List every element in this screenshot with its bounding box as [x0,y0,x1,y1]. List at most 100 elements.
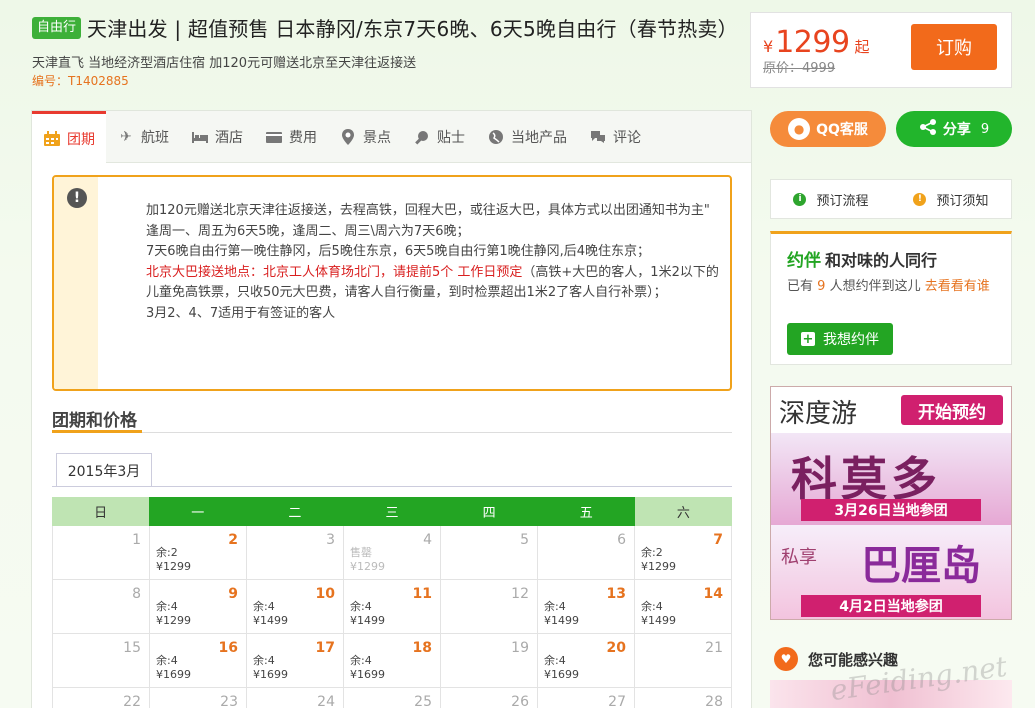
tab-sights[interactable]: 景点 [328,111,402,163]
page-subtitle: 天津直飞 当地经济型酒店住宿 加120元可赠送北京至天津往返接送 [32,56,417,71]
ad-preorder-badge: 开始预约 [901,395,1003,425]
day-number: 23 [220,694,238,708]
day-price: ¥1699 [350,668,385,681]
ad-banner[interactable]: 深度游 开始预约 科莫多 3月26日当地参团 私享 巴厘岛 4月2日当地参团 [770,386,1012,620]
calendar-day-cell[interactable]: 20 余:4 ¥1699 [538,634,635,688]
ad-bali-sub: 私享 [781,547,817,568]
calendar-week-row: 1 2 余:2 ¥1299 3 4 售罄 ¥1299 5 6 7 余:2 ¥1299 [52,526,732,580]
tab-flight[interactable]: ✈ 航班 [106,111,180,163]
day-info: 余:4 ¥1499 [641,600,676,628]
qq-service-button[interactable]: ● QQ客服 [770,111,886,147]
exclamation-icon: ! [67,188,87,208]
calendar-day-cell[interactable]: 10 余:4 ¥1499 [247,580,344,634]
day-price: ¥1699 [544,668,579,681]
location-pin-icon [339,128,357,146]
product-type-tag: 自由行 [32,16,82,39]
companion-see-link[interactable]: 去看看有谁 [925,279,990,294]
day-price: ¥1699 [156,668,191,681]
day-info: 余:2 ¥1299 [156,546,191,574]
day-info: 余:2 ¥1299 [641,546,676,574]
tab-bar: 团期 ✈ 航班 酒店 费用 景点 贴士 当地产品 评论 [32,111,751,164]
main-panel: 团期 ✈ 航班 酒店 费用 景点 贴士 当地产品 评论 ! 加120元赠送北京天… [31,110,752,708]
month-tab[interactable]: 2015年3月 [56,453,152,487]
ad-komodo: 科莫多 3月26日当地参团 [771,433,1011,525]
day-price: ¥1299 [350,560,385,573]
ad-top: 深度游 开始预约 [771,387,1011,433]
booking-process-label: 预订流程 [816,193,869,209]
current-price: ¥ 1299 起 [763,25,870,60]
order-button[interactable]: 订购 [911,24,997,70]
original-price: 原价：4999 [763,61,836,76]
calendar-day-cell: 23 [150,688,247,708]
weekday-header: 五 [537,497,635,526]
day-number: 9 [228,586,238,602]
companion-pre: 已有 [787,279,814,294]
day-price: ¥1499 [253,614,288,627]
price-box: ¥ 1299 起 原价：4999 订购 [750,12,1012,88]
find-companion-button[interactable]: + 我想约伴 [787,323,893,355]
day-number: 5 [520,532,529,548]
tab-tips[interactable]: 贴士 [402,111,476,163]
page-title: 天津出发 | 超值预售 日本静冈/东京7天6晚、6天5晚自由行（春节热卖） [87,17,738,41]
tab-local-products[interactable]: 当地产品 [476,111,578,163]
day-info: 余:4 ¥1299 [156,600,191,628]
notice-line: 逢周一、周五为6天5晚，逢周二、周三\周六为7天6晚； [146,223,470,239]
calendar-week-row: 8 9 余:4 ¥1299 10 余:4 ¥1499 11 余:4 ¥1499 12 13 余:4 ¥14… [52,580,732,634]
companion-title: 约伴 和对味的人同行 [787,246,937,272]
calendar-day-cell[interactable]: 2 余:2 ¥1299 [150,526,247,580]
calendar-day-cell[interactable]: 16 余:4 ¥1699 [150,634,247,688]
calendar-day-cell[interactable]: 9 余:4 ¥1299 [150,580,247,634]
calendar-day-cell: 28 [635,688,732,708]
weekday-header: 二 [246,497,344,526]
day-info: 余:4 ¥1699 [544,654,579,682]
wallet-icon [265,128,283,146]
calendar-day-cell: 8 [52,580,150,634]
calendar-day-cell[interactable]: 11 余:4 ¥1499 [344,580,441,634]
calendar-day-cell: 19 [441,634,538,688]
calendar-day-cell[interactable]: 17 余:4 ¥1699 [247,634,344,688]
share-button[interactable]: 分享 9 [896,111,1012,147]
day-number: 11 [412,586,432,602]
weekday-header: 一 [149,497,247,526]
day-number: 13 [606,586,626,602]
comment-icon [589,128,607,146]
companion-description: 已有 9 人想约伴到这儿 去看看有谁 [787,276,1003,297]
day-number: 15 [123,640,141,656]
calendar-day-cell: 21 [635,634,732,688]
calendar-day-cell[interactable]: 13 余:4 ¥1499 [538,580,635,634]
qq-service-label: QQ客服 [816,122,868,138]
remaining-seats: 余:2 [156,546,178,559]
tab-schedule[interactable]: 团期 [32,111,106,164]
tab-cost[interactable]: 费用 [254,111,328,163]
day-number: 4 [423,532,432,548]
ad-bali-date: 4月2日当地参团 [801,595,981,617]
day-number: 27 [608,694,626,708]
day-price: ¥1699 [253,668,288,681]
section-title: 团期和价格 [52,411,137,431]
day-number: 20 [606,640,626,656]
remaining-seats: 余:4 [253,654,275,667]
booking-process-link[interactable]: i 预订流程 [771,180,891,218]
ad-brand: 深度游 [779,399,858,429]
booking-notice-link[interactable]: ! 预订须知 [891,180,1011,218]
calendar-day-cell: 12 [441,580,538,634]
day-price: ¥1499 [350,614,385,627]
calendar-day-cell: 3 [247,526,344,580]
travel-companion-box: 约伴 和对味的人同行 已有 9 人想约伴到这儿 去看看有谁 + 我想约伴 [770,231,1012,365]
calendar-day-cell[interactable]: 7 余:2 ¥1299 [635,526,732,580]
calendar-day-cell: 6 [538,526,635,580]
calendar-day-cell: 24 [247,688,344,708]
share-count: 9 [980,121,990,137]
tab-hotel[interactable]: 酒店 [180,111,254,163]
day-info: 余:4 ¥1699 [156,654,191,682]
remaining-seats: 余:4 [156,600,178,613]
calendar-day-cell[interactable]: 18 余:4 ¥1699 [344,634,441,688]
product-code-value: T1402885 [68,74,129,88]
calendar-day-cell[interactable]: 14 余:4 ¥1499 [635,580,732,634]
tab-comments[interactable]: 评论 [578,111,652,163]
notice-text: 加120元赠送北京天津往返接送，去程高铁，回程大巴，或往返大巴，具体方式以出团通… [146,201,726,324]
heart-icon: ♥ [774,647,798,671]
share-icon [919,118,937,140]
weekday-header: 三 [343,497,441,526]
tab-label: 航班 [141,130,169,146]
